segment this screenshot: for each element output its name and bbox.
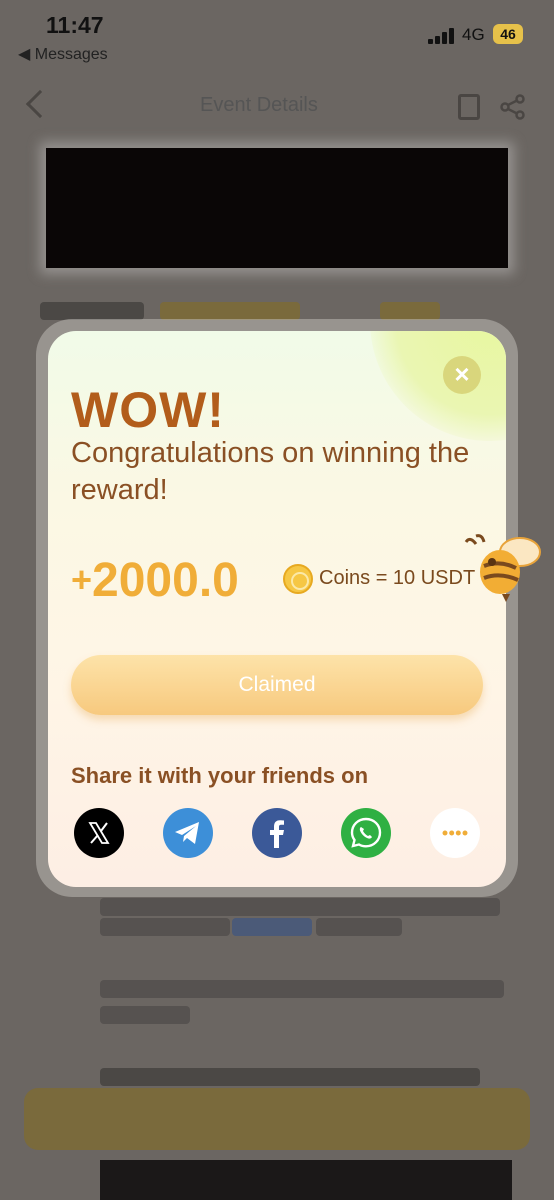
conversion-text: Coins = 10 USDT: [319, 567, 476, 589]
nav-bar: Event Details: [0, 88, 554, 128]
bg-content-line: [100, 918, 230, 936]
share-row: [74, 808, 484, 860]
document-icon[interactable]: [458, 94, 480, 120]
battery-icon: 46: [493, 24, 523, 44]
signal-icon: [428, 28, 458, 44]
decorative-glow: [370, 331, 506, 441]
status-time: 11:47: [46, 12, 104, 38]
congratulations-message: Congratulations on winning the reward!: [71, 437, 470, 506]
back-to-messages[interactable]: ◀ Messages: [18, 44, 108, 64]
x-logo-icon[interactable]: [74, 808, 124, 858]
bg-content-line: [100, 980, 504, 998]
network-type: 4G: [462, 25, 485, 44]
coin-icon: [283, 564, 313, 594]
status-bar: 11:47 ◀ Messages 4G 46: [0, 0, 554, 80]
back-arrow-icon[interactable]: [25, 89, 55, 119]
bg-content-line: [380, 302, 440, 320]
share-icon[interactable]: [500, 94, 526, 120]
whatsapp-icon[interactable]: [341, 808, 391, 858]
amount-value: 2000.0: [92, 554, 239, 607]
bg-content-line: [100, 1068, 480, 1086]
bg-content-line: [232, 918, 312, 936]
claimed-button[interactable]: Claimed: [71, 655, 483, 715]
bottom-action-button[interactable]: [24, 1088, 530, 1150]
modal-headline: WOW!: [71, 382, 225, 438]
telegram-icon[interactable]: [163, 808, 213, 858]
bg-content-line: [40, 302, 144, 320]
event-banner: [46, 148, 508, 268]
bg-content-line: [160, 302, 300, 320]
reward-amount: +2000.0: [71, 553, 239, 608]
bottom-bar: [100, 1160, 512, 1200]
bg-content-line: [316, 918, 402, 936]
reward-modal: × WOW! Congratulations on winning the re…: [48, 331, 506, 887]
page-title: Event Details: [200, 94, 318, 116]
bg-content-line: [100, 898, 500, 916]
share-label: Share it with your friends on: [71, 763, 369, 788]
facebook-icon[interactable]: [252, 808, 302, 858]
bg-content-line: [100, 1006, 190, 1024]
close-icon[interactable]: ×: [443, 356, 481, 394]
bee-mascot-icon: [464, 534, 541, 602]
amount-prefix: +: [71, 559, 93, 600]
more-dots-icon[interactable]: [430, 808, 480, 858]
